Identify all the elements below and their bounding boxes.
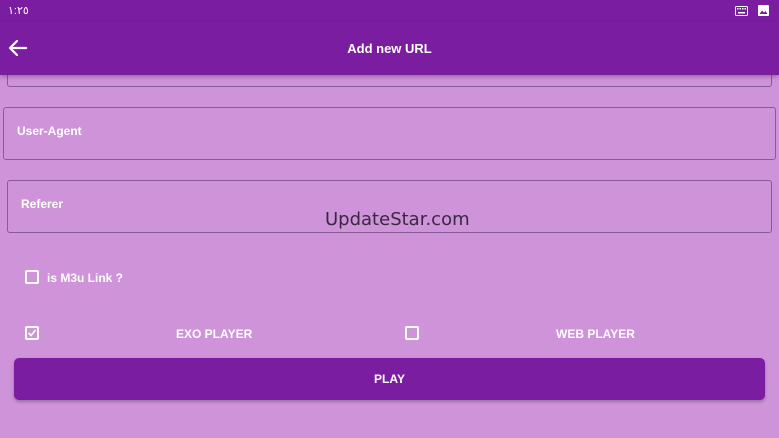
is-m3u-checkbox[interactable] bbox=[25, 270, 39, 284]
is-m3u-label: is M3u Link ? bbox=[47, 271, 124, 285]
exo-player-checkbox[interactable] bbox=[25, 326, 39, 340]
user-agent-field[interactable]: User-Agent bbox=[3, 107, 776, 160]
status-time: ١:٢٥ bbox=[8, 5, 29, 17]
keyboard-icon bbox=[735, 5, 748, 16]
app-bar: Add new URL bbox=[0, 22, 779, 75]
image-icon bbox=[758, 5, 769, 16]
exo-player-label: EXO PLAYER bbox=[176, 327, 253, 341]
web-player-label: WEB PLAYER bbox=[556, 327, 635, 341]
user-agent-input[interactable] bbox=[4, 108, 775, 159]
watermark: UpdateStar.com bbox=[325, 209, 470, 230]
play-button[interactable]: PLAY bbox=[14, 358, 765, 400]
status-icons bbox=[735, 5, 769, 16]
status-bar: ١:٢٥ bbox=[0, 0, 779, 22]
check-icon bbox=[27, 329, 37, 337]
page-title: Add new URL bbox=[347, 41, 432, 56]
web-player-checkbox[interactable] bbox=[405, 326, 419, 340]
